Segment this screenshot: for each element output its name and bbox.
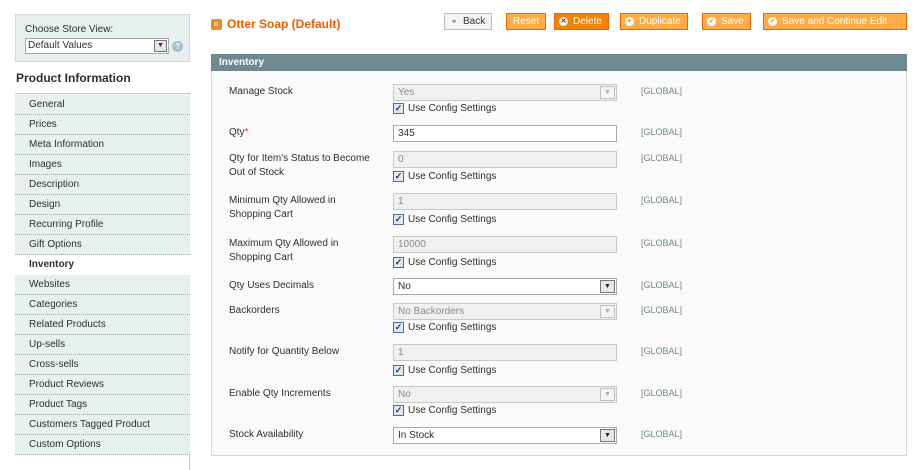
qty-increments-select[interactable]: No ▼	[393, 386, 617, 403]
qty-increments-use-config[interactable]: ✓ Use Config Settings	[393, 405, 496, 416]
checkbox-checked-icon[interactable]: ✓	[393, 214, 404, 225]
tab-images[interactable]: Images	[15, 155, 190, 175]
checkbox-checked-icon[interactable]: ✓	[393, 171, 404, 182]
chevron-down-icon: ▼	[600, 388, 615, 401]
min-qty-input[interactable]: 1	[393, 193, 617, 210]
scope-label: [GLOBAL]	[641, 86, 683, 96]
out-of-stock-label: Qty for Item's Status to Become Out of S…	[229, 153, 370, 178]
qty-input[interactable]: 345	[393, 125, 617, 142]
tab-general[interactable]: General	[15, 95, 190, 115]
help-icon[interactable]: ?	[172, 40, 183, 52]
tabs-title: Product Information	[15, 62, 190, 94]
chevron-down-icon: ▼	[600, 86, 615, 99]
page-title: Otter Soap (Default)	[211, 17, 340, 31]
delete-icon: ✕	[559, 17, 568, 26]
max-qty-label: Maximum Qty Allowed in Shopping Cart	[229, 238, 339, 263]
decimals-select[interactable]: No ▼	[393, 278, 617, 295]
tab-categories[interactable]: Categories	[15, 295, 190, 315]
checkbox-checked-icon[interactable]: ✓	[393, 365, 404, 376]
decimals-label: Qty Uses Decimals	[229, 280, 315, 291]
store-view-value: Default Values	[28, 40, 93, 51]
tab-recurring-profile[interactable]: Recurring Profile	[15, 215, 190, 235]
delete-button[interactable]: ✕ Delete	[554, 13, 609, 30]
backorders-select[interactable]: No Backorders ▼	[393, 303, 617, 320]
save-button[interactable]: ✓ Save	[702, 13, 751, 30]
checkbox-checked-icon[interactable]: ✓	[393, 103, 404, 114]
required-mark: *	[244, 127, 249, 138]
product-tabs: General Prices Meta Information Images D…	[15, 95, 190, 455]
manage-stock-use-config[interactable]: ✓ Use Config Settings	[393, 103, 496, 114]
store-switcher-label: Choose Store View:	[25, 24, 114, 35]
scope-label: [GLOBAL]	[641, 388, 683, 398]
chevron-down-icon: ▼	[600, 305, 615, 318]
out-of-stock-input[interactable]: 0	[393, 151, 617, 168]
stock-availability-label: Stock Availability	[229, 429, 304, 440]
backorders-use-config[interactable]: ✓ Use Config Settings	[393, 322, 496, 333]
tab-description[interactable]: Description	[15, 175, 190, 195]
scope-label: [GLOBAL]	[641, 238, 683, 248]
tab-product-tags[interactable]: Product Tags	[15, 395, 190, 415]
max-qty-use-config[interactable]: ✓ Use Config Settings	[393, 257, 496, 268]
scope-label: [GLOBAL]	[641, 305, 683, 315]
scope-label: [GLOBAL]	[641, 127, 683, 137]
checkbox-checked-icon[interactable]: ✓	[393, 257, 404, 268]
tab-websites[interactable]: Websites	[15, 275, 190, 295]
checkbox-checked-icon[interactable]: ✓	[393, 322, 404, 333]
tab-customers-tagged-product[interactable]: Customers Tagged Product	[15, 415, 190, 435]
max-qty-input[interactable]: 10000	[393, 236, 617, 253]
check-icon: ✓	[707, 17, 716, 26]
save-continue-button[interactable]: ✓ Save and Continue Edit	[763, 13, 907, 30]
chevron-down-icon: ▼	[600, 429, 615, 442]
back-arrow-icon: ◂	[451, 18, 456, 25]
tab-product-reviews[interactable]: Product Reviews	[15, 375, 190, 395]
tab-related-products[interactable]: Related Products	[15, 315, 190, 335]
tab-meta-information[interactable]: Meta Information	[15, 135, 190, 155]
duplicate-button[interactable]: + Duplicate	[620, 13, 688, 30]
notify-input[interactable]: 1	[393, 344, 617, 361]
min-qty-use-config[interactable]: ✓ Use Config Settings	[393, 214, 496, 225]
scope-label: [GLOBAL]	[641, 429, 683, 439]
manage-stock-label: Manage Stock	[229, 86, 293, 97]
backorders-label: Backorders	[229, 305, 280, 316]
store-view-select[interactable]: Default Values ▼	[25, 38, 169, 54]
check-icon: ✓	[768, 17, 777, 26]
manage-stock-select[interactable]: Yes ▼	[393, 84, 617, 101]
tab-custom-options[interactable]: Custom Options	[15, 435, 190, 455]
chevron-down-icon: ▼	[154, 40, 167, 52]
scope-label: [GLOBAL]	[641, 153, 683, 163]
out-of-stock-use-config[interactable]: ✓ Use Config Settings	[393, 171, 496, 182]
add-icon: +	[625, 17, 634, 26]
scope-label: [GLOBAL]	[641, 280, 683, 290]
section-header: Inventory	[211, 54, 907, 71]
notify-label: Notify for Quantity Below	[229, 346, 340, 357]
checkbox-checked-icon[interactable]: ✓	[393, 405, 404, 416]
product-icon	[211, 18, 222, 30]
store-switcher: Choose Store View: Default Values ▼ ?	[15, 14, 190, 62]
inventory-fieldset: Manage Stock Yes ▼ ✓ Use Config Settings…	[211, 71, 907, 456]
stock-availability-select[interactable]: In Stock ▼	[393, 427, 617, 444]
notify-use-config[interactable]: ✓ Use Config Settings	[393, 365, 496, 376]
tab-cross-sells[interactable]: Cross-sells	[15, 355, 190, 375]
page-title-text: Otter Soap (Default)	[227, 17, 341, 31]
qty-increments-label: Enable Qty Increments	[229, 388, 331, 399]
chevron-down-icon: ▼	[600, 280, 615, 293]
scope-label: [GLOBAL]	[641, 195, 683, 205]
tab-up-sells[interactable]: Up-sells	[15, 335, 190, 355]
scope-label: [GLOBAL]	[641, 346, 683, 356]
reset-button[interactable]: Reset	[506, 13, 547, 30]
back-button[interactable]: ◂ Back	[444, 13, 493, 30]
tab-design[interactable]: Design	[15, 195, 190, 215]
min-qty-label: Minimum Qty Allowed in Shopping Cart	[229, 195, 336, 220]
qty-label: Qty*	[229, 127, 249, 138]
tab-prices[interactable]: Prices	[15, 115, 190, 135]
tab-gift-options[interactable]: Gift Options	[15, 235, 190, 255]
tab-inventory[interactable]: Inventory	[15, 255, 190, 275]
